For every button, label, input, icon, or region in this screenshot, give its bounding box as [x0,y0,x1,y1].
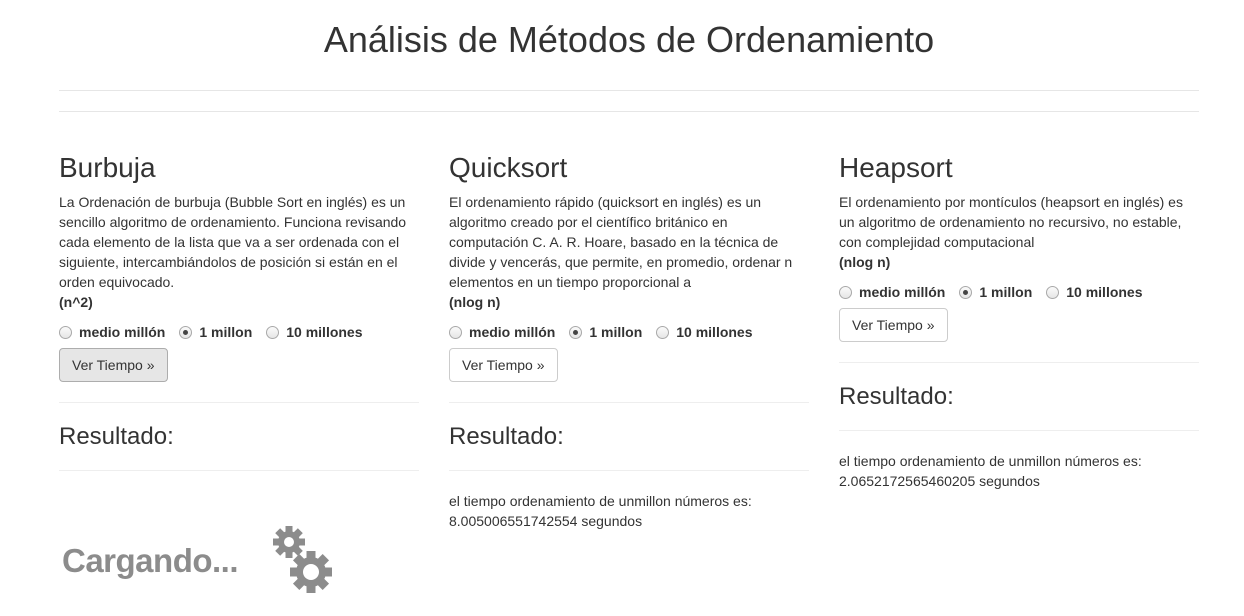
ver-tiempo-button[interactable]: Ver Tiempo » [449,348,558,382]
radio-circle-icon[interactable] [839,285,852,299]
result-title: Resultado: [449,423,564,450]
section-divider [59,402,419,403]
section-divider [449,402,809,403]
radio-label: 10 millones [286,324,363,340]
ver-tiempo-button[interactable]: Ver Tiempo » [839,308,948,342]
section-description: El ordenamiento por montículos (heapsort… [839,194,1183,250]
result-divider [449,470,809,471]
loading-text: Cargando... [62,542,239,579]
result-text-line1: el tiempo ordenamiento de unmillon númer… [839,453,1142,469]
result-title: Resultado: [839,383,954,410]
complexity-label: (n^2) [59,294,93,310]
size-radio-group: medio millón 1 millon 10 millones [449,322,809,342]
radio-circle-icon[interactable] [656,325,670,339]
radio-label: 10 millones [676,324,753,340]
gears-icon [273,526,332,593]
loading-indicator: Cargando... [62,522,337,602]
radio-10-millones[interactable]: 10 millones [1046,284,1143,300]
radio-medio-millon[interactable]: medio millón [59,324,165,340]
radio-label: medio millón [859,284,946,300]
column-burbuja: Burbuja La Ordenación de burbuja (Bubble… [59,150,419,471]
section-description: La Ordenación de burbuja (Bubble Sort en… [59,194,407,290]
radio-medio-millon[interactable]: medio millón [449,324,555,340]
header-divider-bottom [59,111,1199,112]
complexity-label: (nlog n) [449,294,501,310]
radio-circle-checked-icon[interactable] [959,285,973,299]
column-quicksort: Quicksort El ordenamiento rápido (quicks… [449,150,809,531]
result-title: Resultado: [59,423,174,450]
radio-label: medio millón [79,324,166,340]
result-divider [59,470,419,471]
size-radio-group: medio millón 1 millon 10 millones [59,322,419,342]
radio-label: 1 millon [589,324,643,340]
section-title: Burbuja [59,152,156,183]
page-title: Análisis de Métodos de Ordenamiento [323,19,935,60]
result-text-line2: 2.0652172565460205 segundos [839,473,1040,489]
section-description: El ordenamiento rápido (quicksort en ing… [449,194,793,290]
radio-medio-millon[interactable]: medio millón [839,284,945,300]
section-divider [839,362,1199,363]
section-title: Heapsort [839,152,953,183]
radio-circle-icon[interactable] [1046,285,1060,299]
radio-circle-icon[interactable] [59,325,72,339]
radio-circle-checked-icon[interactable] [179,325,193,339]
radio-1-millon[interactable]: 1 millon [179,324,252,340]
radio-1-millon[interactable]: 1 millon [569,324,642,340]
column-heapsort: Heapsort El ordenamiento por montículos … [839,150,1199,491]
radio-circle-checked-icon[interactable] [569,325,583,339]
radio-circle-icon[interactable] [449,325,462,339]
radio-circle-icon[interactable] [266,325,280,339]
size-radio-group: medio millón 1 millon 10 millones [839,282,1199,302]
radio-10-millones[interactable]: 10 millones [656,324,753,340]
radio-label: 1 millon [979,284,1033,300]
ver-tiempo-button[interactable]: Ver Tiempo » [59,348,168,382]
radio-label: 10 millones [1066,284,1143,300]
radio-10-millones[interactable]: 10 millones [266,324,363,340]
radio-label: medio millón [469,324,556,340]
radio-label: 1 millon [199,324,253,340]
complexity-label: (nlog n) [839,254,891,270]
result-divider [839,430,1199,431]
result-text-line2: 8.005006551742554 segundos [449,513,643,529]
radio-1-millon[interactable]: 1 millon [959,284,1032,300]
section-title: Quicksort [449,152,568,183]
header-divider-top [59,90,1199,91]
result-text-line1: el tiempo ordenamiento de unmillon númer… [449,493,752,509]
